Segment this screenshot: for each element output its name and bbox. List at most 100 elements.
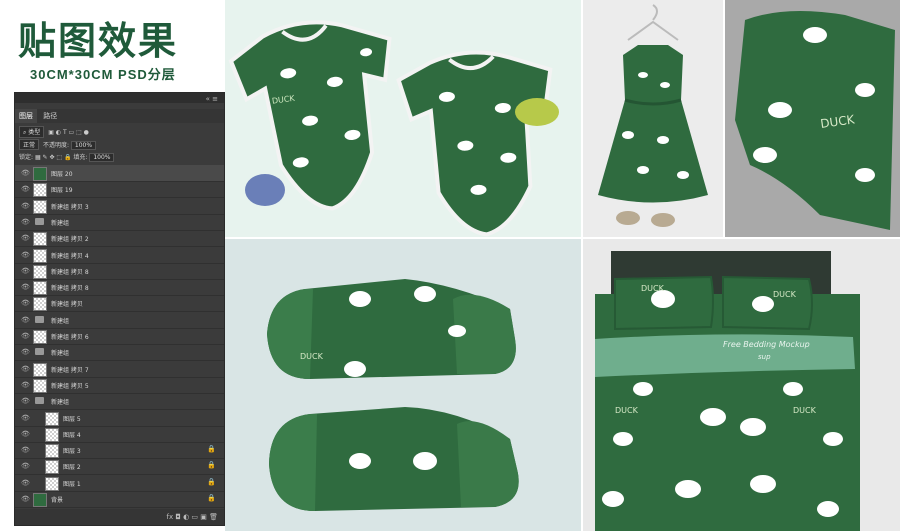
panel-tabs: 图层 路径: [15, 109, 224, 123]
page-title: 贴图效果: [18, 18, 179, 63]
visibility-eye-icon[interactable]: 👁: [21, 414, 30, 422]
layer-thumbnail: [45, 444, 59, 459]
layer-row[interactable]: 👁 图层 1 🔒: [15, 475, 224, 492]
tab-paths[interactable]: 路径: [39, 109, 61, 123]
layer-thumbnail: [33, 330, 47, 344]
layer-row[interactable]: 👁 新建组 拷贝 4: [15, 247, 224, 264]
layer-thumbnail: [33, 167, 47, 181]
shoe-right: [651, 213, 675, 227]
layer-name: 新建组 拷贝 8: [51, 268, 89, 276]
visibility-eye-icon[interactable]: 👁: [21, 316, 30, 324]
layer-row[interactable]: 👁 新建组 拷贝 3: [15, 198, 224, 215]
layer-action-icons[interactable]: fx ◘ ◐ ▭ ▣ 🗑: [167, 513, 219, 521]
layer-row[interactable]: 👁 图层 20: [15, 165, 224, 182]
layer-row[interactable]: 👁 图层 5: [15, 410, 224, 427]
visibility-eye-icon[interactable]: 👁: [21, 267, 30, 275]
layer-thumbnail: [45, 427, 59, 442]
layer-name: 新建组 拷贝 8: [51, 285, 89, 293]
bottom-sock: [269, 407, 519, 511]
visibility-eye-icon[interactable]: 👁: [21, 348, 30, 356]
visibility-eye-icon[interactable]: 👁: [21, 462, 30, 470]
layer-group-row[interactable]: 👁 新建组: [15, 393, 224, 411]
bedding-mockup: Free Bedding Mockup sup DUCK DUCK DUCK D…: [583, 239, 900, 531]
panel-menu-icon[interactable]: « ≡: [206, 95, 218, 103]
panel-bottom-bar: fx ◘ ◐ ▭ ▣ 🗑: [15, 509, 224, 525]
dress-mockup: [583, 0, 723, 237]
layer-row[interactable]: 👁 图层 19: [15, 181, 224, 199]
visibility-eye-icon[interactable]: 👁: [21, 299, 30, 307]
opacity-input[interactable]: 100%: [70, 141, 97, 150]
layer-thumbnail: [33, 297, 47, 312]
visibility-eye-icon[interactable]: 👁: [21, 495, 30, 503]
kind-filter-select[interactable]: ⌕ 类型: [19, 126, 45, 138]
layer-row[interactable]: 👁 新建组 拷贝 7: [15, 361, 224, 378]
tab-layers[interactable]: 图层: [15, 109, 37, 123]
lock-icon: 🔒: [207, 461, 216, 470]
layer-name: 新建组 拷贝 5: [51, 382, 89, 390]
layer-row[interactable]: 👁 新建组 拷贝 8: [15, 279, 224, 297]
shoe-left: [616, 211, 640, 225]
visibility-eye-icon[interactable]: 👁: [21, 365, 30, 373]
layer-row[interactable]: 👁 新建组 拷贝 8: [15, 263, 224, 280]
layer-row[interactable]: 👁 新建组 拷贝 6: [15, 328, 224, 345]
visibility-eye-icon[interactable]: 👁: [21, 430, 30, 438]
layer-row[interactable]: 👁 图层 3 🔒: [15, 442, 224, 460]
pillow-pattern-text: DUCK: [641, 284, 665, 293]
layer-thumbnail: [33, 232, 47, 247]
visibility-eye-icon[interactable]: 👁: [21, 234, 30, 242]
visibility-eye-icon[interactable]: 👁: [21, 218, 30, 226]
layer-name: 新建组: [51, 399, 70, 407]
layer-name: 新建组: [51, 350, 70, 358]
bedding-sublabel: sup: [758, 353, 771, 361]
layer-row[interactable]: 👁 新建组 拷贝: [15, 295, 224, 313]
romper-mockup: DUCK: [225, 0, 581, 237]
visibility-eye-icon[interactable]: 👁: [21, 381, 30, 389]
fill-input[interactable]: 100%: [89, 153, 115, 162]
visibility-eye-icon[interactable]: 👁: [21, 332, 30, 340]
visibility-eye-icon[interactable]: 👁: [21, 251, 30, 259]
folder-icon: [35, 348, 44, 356]
filter-icons[interactable]: ▣ ◐ T ▭ ⬚ ●: [48, 129, 89, 136]
visibility-eye-icon[interactable]: 👁: [21, 202, 30, 210]
layer-row[interactable]: 👁 新建组 拷贝 2: [15, 230, 224, 248]
layer-row[interactable]: 👁 新建组 拷贝 5: [15, 377, 224, 394]
layer-name: 新建组 拷贝 6: [51, 334, 89, 341]
blend-row: 正常 不透明度: 100%: [19, 139, 220, 150]
size-subtitle: 30CM*30CM PSD分层: [30, 67, 176, 82]
visibility-eye-icon[interactable]: 👁: [21, 185, 30, 193]
layer-thumbnail: [33, 199, 47, 214]
visibility-eye-icon[interactable]: 👁: [21, 283, 30, 291]
layer-row[interactable]: 👁 图层 2 🔒: [15, 458, 224, 476]
layer-name: 新建组 拷贝: [51, 301, 83, 309]
right-romper: [396, 50, 553, 237]
layer-thumbnail: [33, 248, 47, 263]
duvet-pattern-text-2: DUCK: [793, 406, 817, 415]
visibility-eye-icon[interactable]: 👁: [21, 446, 30, 454]
lock-row: 锁定: ▦ ✎ ✥ ⬚ 🔒 填充: 100%: [19, 152, 220, 162]
kind-filter-label: 类型: [28, 129, 41, 136]
layer-name: 新建组 拷贝 4: [51, 252, 89, 260]
blend-mode-select[interactable]: 正常: [19, 139, 40, 150]
panel-title-bar: « ≡: [15, 93, 224, 103]
layer-name: 图层 1: [63, 480, 81, 488]
layer-row[interactable]: 👁 背景 🔒: [15, 491, 224, 508]
layer-group-row[interactable]: 👁 新建组: [15, 214, 224, 231]
fill-label: 填充:: [73, 154, 88, 161]
layer-name: 图层 4: [63, 431, 81, 439]
visibility-eye-icon[interactable]: 👁: [21, 397, 30, 405]
dress-shape: [598, 45, 708, 203]
layer-row[interactable]: 👁 图层 4: [15, 426, 224, 443]
layer-name: 新建组 拷贝 3: [51, 203, 89, 211]
layer-thumbnail: [45, 476, 59, 491]
lock-icons[interactable]: ▦ ✎ ✥ ⬚ 🔒: [35, 154, 72, 161]
layer-group-row[interactable]: 👁 新建组: [15, 344, 224, 362]
layer-group-row[interactable]: 👁 新建组: [15, 312, 224, 329]
photoshop-layers-panel: « ≡ 图层 路径 ⌕ 类型 ▣ ◐ T ▭ ⬚ ● 正常 不透明度: 100%…: [14, 92, 225, 526]
romper-illustration: DUCK: [228, 20, 559, 237]
visibility-eye-icon[interactable]: 👁: [21, 479, 30, 487]
lock-icon: 🔒: [207, 494, 216, 502]
visibility-eye-icon[interactable]: 👁: [21, 169, 30, 177]
socks-illustration: DUCK: [267, 279, 519, 511]
bedding-illustration: Free Bedding Mockup sup DUCK DUCK DUCK D…: [583, 239, 900, 531]
blue-toy: [245, 174, 285, 206]
